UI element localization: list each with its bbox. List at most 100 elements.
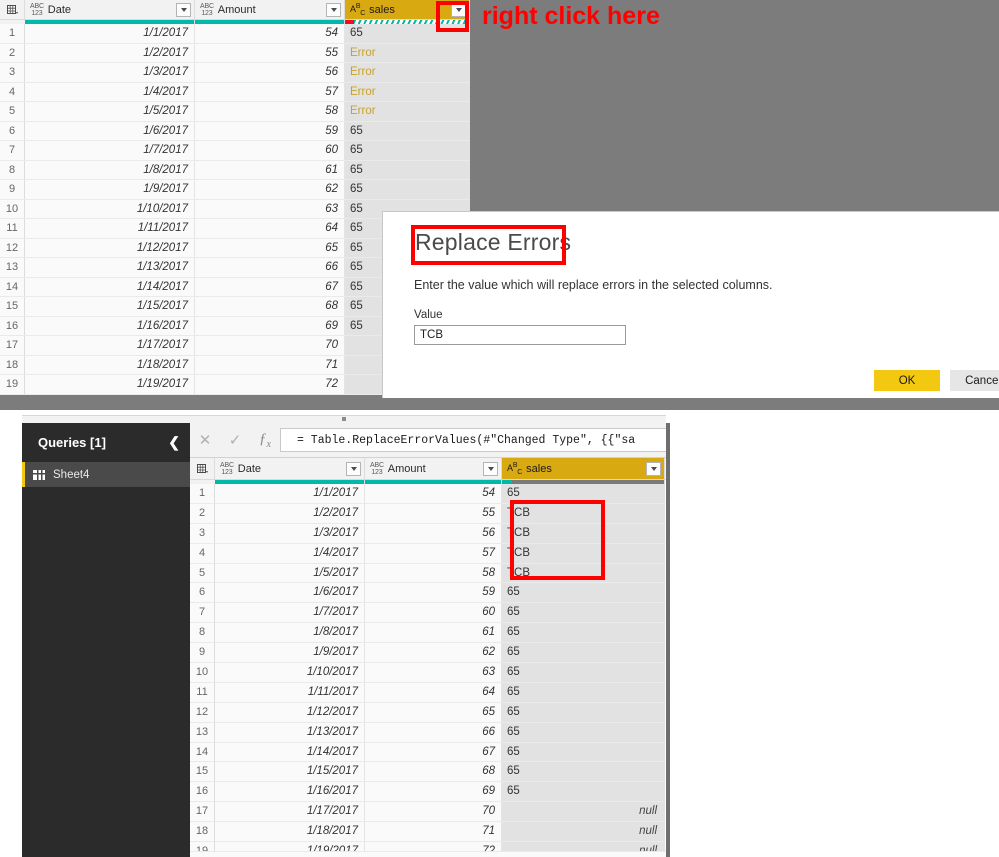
cell-amount[interactable]: 67 [365,742,502,762]
cell-date[interactable]: 1/1/2017 [215,484,365,503]
cell-sales[interactable]: Error [345,63,470,82]
table-row[interactable]: 7 1/7/2017 60 65 [0,141,470,161]
cell-sales[interactable]: 65 [502,742,665,762]
cell-amount[interactable]: 64 [365,682,502,702]
table-row[interactable]: 6 1/6/2017 59 65 [0,121,470,141]
close-icon[interactable]: ✕ [190,431,220,449]
cell-amount[interactable]: 60 [195,141,345,160]
cell-date[interactable]: 1/13/2017 [215,722,365,742]
cell-sales[interactable]: 65 [345,180,470,199]
cell-date[interactable]: 1/18/2017 [25,355,195,374]
cell-sales[interactable]: 65 [502,583,665,603]
cell-date[interactable]: 1/2/2017 [215,503,365,523]
table-row[interactable]: 11 1/11/2017 64 65 [190,682,666,703]
column-filter-amount-button[interactable] [483,461,498,476]
table-row[interactable]: 16 1/16/2017 69 65 [190,782,666,803]
table-row[interactable]: 17 1/17/2017 70 null [190,802,666,823]
cell-date[interactable]: 1/11/2017 [215,682,365,702]
column-header-amount[interactable]: ABC 123 Amount [365,458,502,479]
cell-date[interactable]: 1/5/2017 [215,563,365,583]
column-header-date[interactable]: ABC 123 Date [215,458,365,479]
cell-date[interactable]: 1/17/2017 [215,802,365,822]
cell-date[interactable]: 1/7/2017 [215,603,365,623]
cell-amount[interactable]: 66 [195,258,345,277]
table-row[interactable]: 18 1/18/2017 71 null [190,822,666,843]
table-row[interactable]: 9 1/9/2017 62 65 [190,643,666,664]
cell-date[interactable]: 1/16/2017 [215,782,365,802]
cell-sales[interactable]: null [502,802,665,822]
cell-date[interactable]: 1/13/2017 [25,258,195,277]
cell-date[interactable]: 1/7/2017 [25,141,195,160]
cell-sales[interactable]: 65 [345,121,470,140]
table-row[interactable]: 8 1/8/2017 61 65 [0,160,470,180]
cell-amount[interactable]: 56 [365,523,502,543]
cell-amount[interactable]: 68 [365,762,502,782]
table-row[interactable]: 1 1/1/2017 54 65 [0,24,470,44]
cell-sales[interactable]: Error [345,43,470,62]
column-filter-date-button[interactable] [176,2,191,17]
cell-date[interactable]: 1/12/2017 [25,238,195,257]
cancel-button[interactable]: Cancel [950,370,999,391]
table-row[interactable]: 3 1/3/2017 56 Error [0,63,470,83]
cell-date[interactable]: 1/14/2017 [25,277,195,296]
cell-date[interactable]: 1/8/2017 [215,623,365,643]
cell-amount[interactable]: 63 [365,663,502,682]
table-row[interactable]: 10 1/10/2017 63 65 [190,663,666,683]
cell-amount[interactable]: 62 [365,643,502,663]
column-filter-amount-button[interactable] [326,2,341,17]
column-header-date[interactable]: ABC 123 Date [25,0,195,19]
cell-sales[interactable]: 65 [502,762,665,782]
table-row[interactable]: 15 1/15/2017 68 65 [190,762,666,783]
table-row[interactable]: 8 1/8/2017 61 65 [190,623,666,644]
cell-amount[interactable]: 57 [365,543,502,563]
cell-date[interactable]: 1/6/2017 [215,583,365,603]
table-row[interactable]: 7 1/7/2017 60 65 [190,603,666,624]
column-header-amount[interactable]: ABC 123 Amount [195,0,345,19]
cell-date[interactable]: 1/1/2017 [25,24,195,43]
cell-sales[interactable]: null [502,822,665,842]
cell-sales[interactable]: 65 [502,702,665,722]
cell-date[interactable]: 1/9/2017 [215,643,365,663]
table-row[interactable]: 4 1/4/2017 57 Error [0,82,470,102]
cell-date[interactable]: 1/10/2017 [25,199,195,218]
cell-amount[interactable]: 54 [195,24,345,43]
cell-date[interactable]: 1/19/2017 [25,375,195,394]
cell-amount[interactable]: 67 [195,277,345,296]
cell-date[interactable]: 1/4/2017 [25,82,195,101]
cell-sales[interactable]: 65 [502,782,665,802]
cell-date[interactable]: 1/15/2017 [25,297,195,316]
check-icon[interactable]: ✓ [220,431,250,449]
formula-input[interactable]: = Table.ReplaceErrorValues(#"Changed Typ… [280,428,666,452]
cell-date[interactable]: 1/11/2017 [25,219,195,238]
cell-amount[interactable]: 68 [195,297,345,316]
cell-date[interactable]: 1/6/2017 [25,121,195,140]
fx-icon[interactable]: ƒx [250,431,280,450]
cell-date[interactable]: 1/3/2017 [25,63,195,82]
cell-sales[interactable]: 65 [345,160,470,179]
cell-sales[interactable]: 65 [502,603,665,623]
table-row[interactable]: 2 1/2/2017 55 Error [0,43,470,63]
cell-amount[interactable]: 56 [195,63,345,82]
cell-sales[interactable]: 65 [502,663,665,682]
cell-amount[interactable]: 72 [195,375,345,394]
cell-date[interactable]: 1/8/2017 [25,160,195,179]
cell-sales[interactable]: 65 [345,141,470,160]
table-row[interactable]: 9 1/9/2017 62 65 [0,180,470,200]
table-row[interactable]: 5 1/5/2017 58 Error [0,102,470,122]
cell-amount[interactable]: 59 [365,583,502,603]
cell-sales[interactable]: 65 [502,643,665,663]
cell-date[interactable]: 1/3/2017 [215,523,365,543]
cell-sales[interactable]: Error [345,82,470,101]
column-filter-sales-button[interactable] [646,461,661,476]
cell-date[interactable]: 1/17/2017 [25,336,195,355]
cell-date[interactable]: 1/12/2017 [215,702,365,722]
cell-date[interactable]: 1/4/2017 [215,543,365,563]
cell-date[interactable]: 1/5/2017 [25,102,195,121]
cell-amount[interactable]: 61 [195,160,345,179]
cell-sales[interactable]: 65 [502,682,665,702]
grid-corner-button[interactable] [0,0,25,19]
table-row[interactable]: 6 1/6/2017 59 65 [190,583,666,604]
query-list-item-sheet4[interactable]: Sheet4 [22,462,190,487]
cell-date[interactable]: 1/10/2017 [215,663,365,682]
cell-amount[interactable]: 54 [365,484,502,503]
